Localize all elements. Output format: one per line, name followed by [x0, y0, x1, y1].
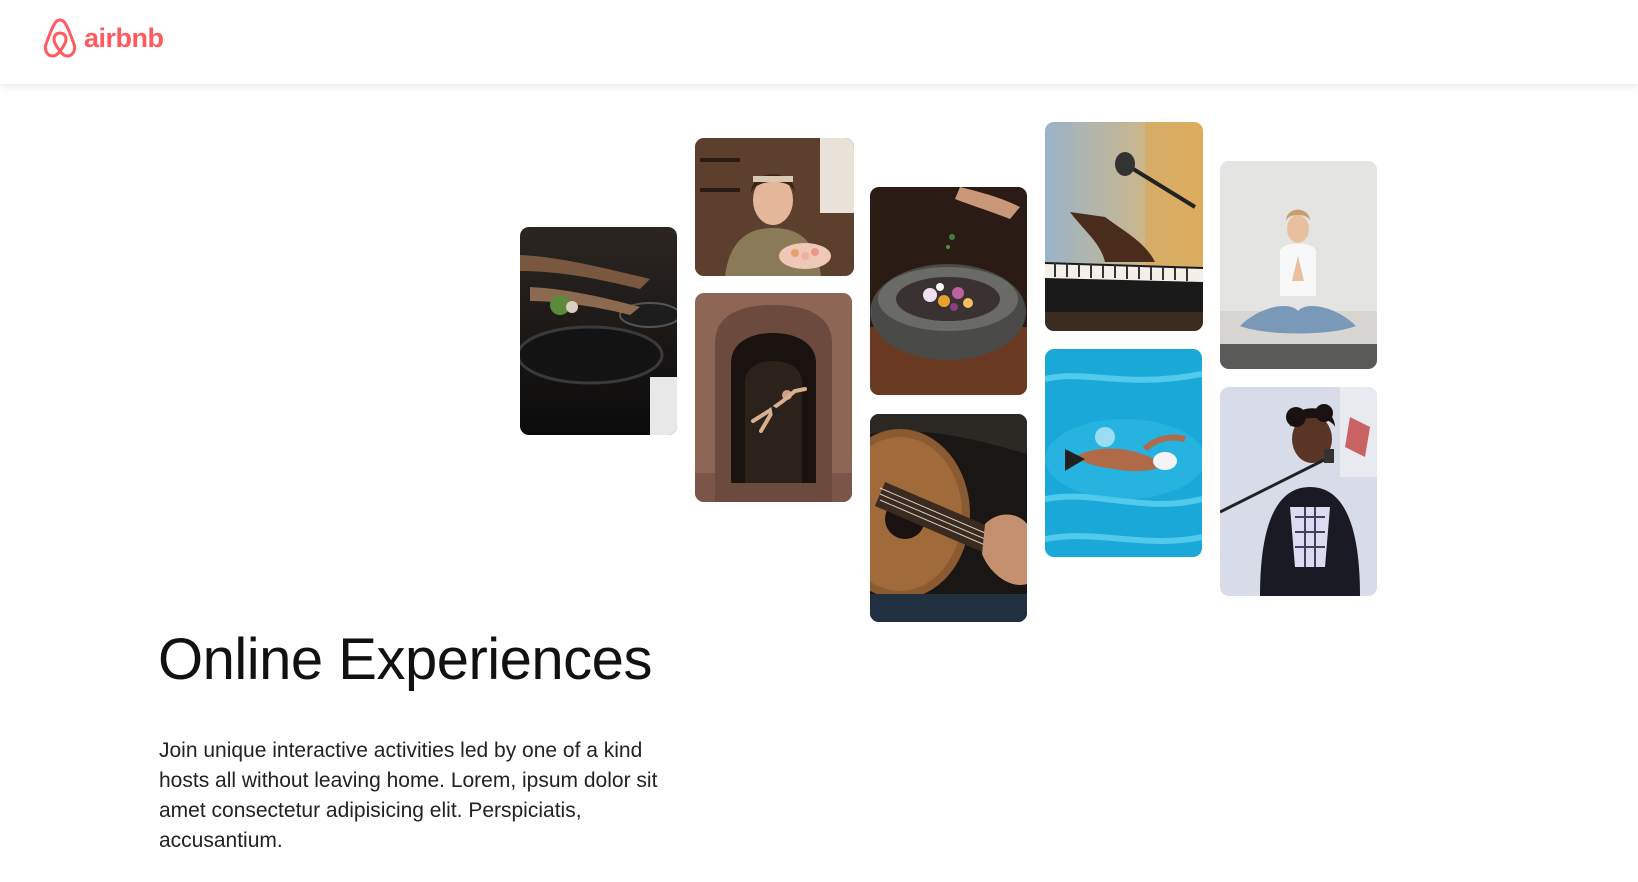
photo-cooking-pans	[520, 227, 677, 435]
photo-baker	[695, 138, 854, 276]
photo-dancer	[695, 293, 852, 502]
photo-food-bowl	[870, 187, 1027, 395]
brand-name: airbnb	[84, 22, 164, 53]
photo-singer	[1220, 387, 1377, 596]
top-navbar: airbnb	[0, 0, 1638, 84]
airbnb-logo-icon	[43, 18, 77, 58]
hero-description: Join unique interactive activities led b…	[159, 739, 658, 852]
page-title: Online Experiences	[158, 627, 652, 692]
photo-swimmer	[1045, 349, 1202, 557]
photo-yoga	[1220, 161, 1377, 369]
photo-piano	[1045, 122, 1203, 331]
photo-guitar	[870, 414, 1027, 622]
airbnb-logo[interactable]: airbnb	[42, 16, 164, 60]
